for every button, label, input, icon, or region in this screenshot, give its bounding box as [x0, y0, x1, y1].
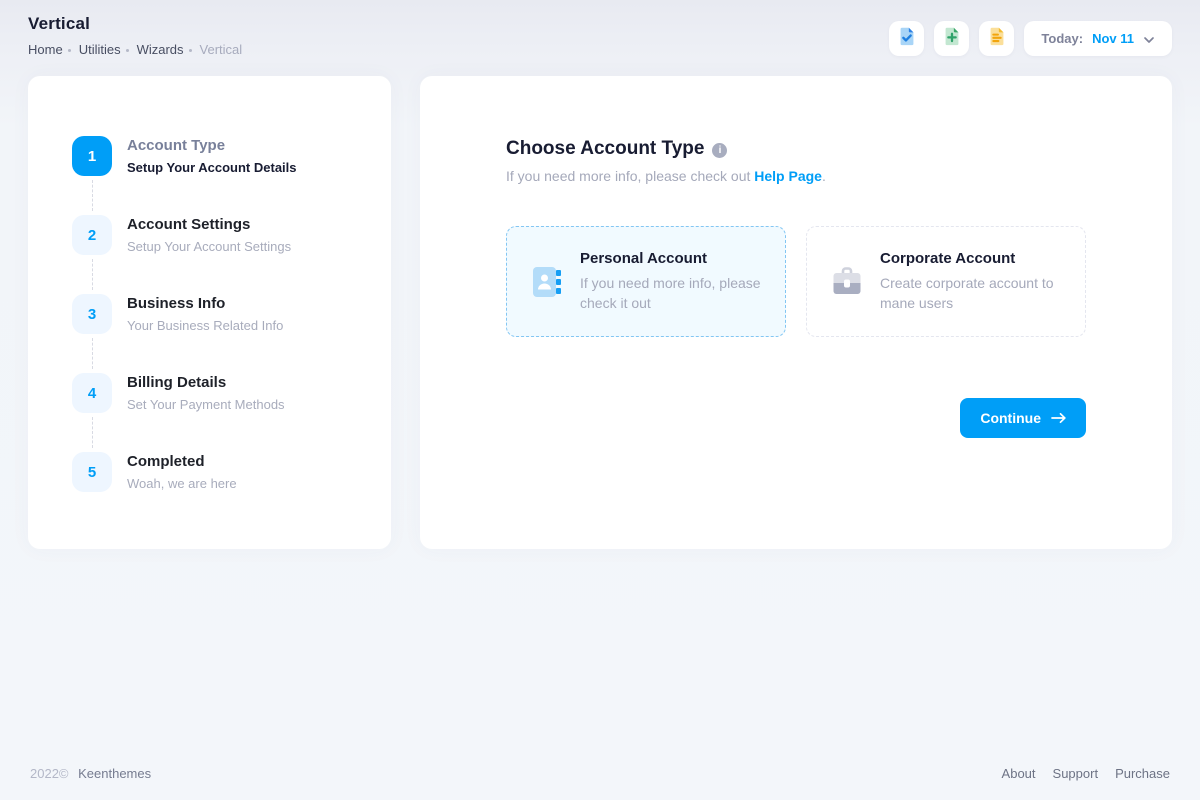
help-page-link[interactable]: Help Page: [754, 168, 822, 184]
step-billing-details[interactable]: 4 Billing Details Set Your Payment Metho…: [72, 373, 371, 413]
subtext-prefix: If you need more info, please check out: [506, 168, 754, 184]
step-text: Business Info Your Business Related Info: [127, 294, 283, 334]
file-lines-icon: [986, 25, 1008, 52]
step-title: Account Type: [127, 137, 297, 156]
step-account-settings[interactable]: 2 Account Settings Setup Your Account Se…: [72, 215, 371, 255]
step-completed[interactable]: 5 Completed Woah, we are here: [72, 452, 371, 492]
step-title: Account Settings: [127, 216, 291, 235]
breadcrumb-separator: [126, 49, 129, 52]
option-text: Corporate Account Create corporate accou…: [880, 250, 1063, 314]
heading-row: Choose Account Type i: [506, 138, 1086, 160]
option-desc: If you need more info, please check it o…: [580, 273, 763, 314]
continue-label: Continue: [980, 410, 1041, 426]
date-picker-button[interactable]: Today: Nov 11: [1024, 21, 1172, 56]
step-connector: [92, 338, 371, 369]
header-actions: Today: Nov 11: [889, 21, 1172, 56]
file-check-icon: [896, 25, 918, 52]
breadcrumb-item-home[interactable]: Home: [28, 42, 63, 57]
wizard-actions: Continue: [506, 398, 1086, 438]
step-desc: Your Business Related Info: [127, 318, 283, 333]
option-desc: Create corporate account to mane users: [880, 273, 1063, 314]
step-title: Billing Details: [127, 374, 285, 393]
step-text: Account Type Setup Your Account Details: [127, 136, 297, 176]
wizard-content: Choose Account Type i If you need more i…: [506, 76, 1086, 549]
step-account-type[interactable]: 1 Account Type Setup Your Account Detail…: [72, 136, 371, 176]
continue-button[interactable]: Continue: [960, 398, 1086, 438]
page-header: Vertical Home Utilities Wizards Vertical: [0, 0, 1200, 57]
info-icon[interactable]: i: [712, 143, 727, 158]
step-desc: Woah, we are here: [127, 476, 237, 491]
step-connector: [92, 259, 371, 290]
date-label: Today:: [1041, 31, 1083, 46]
step-connector: [92, 417, 371, 448]
step-title: Completed: [127, 453, 237, 472]
step-number-badge: 2: [72, 215, 112, 255]
option-title: Corporate Account: [880, 250, 1063, 267]
wizard-content-panel: Choose Account Type i If you need more i…: [420, 76, 1172, 549]
header-left: Vertical Home Utilities Wizards Vertical: [28, 14, 242, 57]
wizard-stepper-panel: 1 Account Type Setup Your Account Detail…: [28, 76, 391, 549]
step-connector: [92, 180, 371, 211]
step-number-badge: 4: [72, 373, 112, 413]
copyright-brand-link[interactable]: Keenthemes: [78, 766, 151, 781]
step-business-info[interactable]: 3 Business Info Your Business Related In…: [72, 294, 371, 334]
footer-link-about[interactable]: About: [1002, 766, 1036, 781]
option-title: Personal Account: [580, 250, 763, 267]
breadcrumb-item-wizards[interactable]: Wizards: [137, 42, 184, 57]
page-title: Vertical: [28, 14, 242, 34]
breadcrumb-separator: [189, 49, 192, 52]
breadcrumb-item-utilities[interactable]: Utilities: [79, 42, 121, 57]
address-book-icon: [529, 264, 565, 300]
step-number-badge: 3: [72, 294, 112, 334]
page-footer: 2022© Keenthemes About Support Purchase: [0, 766, 1200, 800]
step-desc: Setup Your Account Details: [127, 160, 297, 175]
step-title: Business Info: [127, 295, 283, 314]
breadcrumb: Home Utilities Wizards Vertical: [28, 42, 242, 57]
step-text: Billing Details Set Your Payment Methods: [127, 373, 285, 413]
option-personal-account[interactable]: Personal Account If you need more info, …: [506, 226, 786, 337]
step-text: Completed Woah, we are here: [127, 452, 237, 492]
breadcrumb-current: Vertical: [200, 42, 243, 57]
step-number-badge: 5: [72, 452, 112, 492]
date-value: Nov 11: [1092, 31, 1134, 46]
step-text: Account Settings Setup Your Account Sett…: [127, 215, 291, 255]
option-text: Personal Account If you need more info, …: [580, 250, 763, 314]
file-lines-button[interactable]: [979, 21, 1014, 56]
chevron-down-icon: [1143, 35, 1155, 45]
step-number-badge: 1: [72, 136, 112, 176]
step-desc: Set Your Payment Methods: [127, 397, 285, 412]
footer-copyright: 2022© Keenthemes: [30, 766, 151, 781]
option-corporate-account[interactable]: Corporate Account Create corporate accou…: [806, 226, 1086, 337]
step-desc: Setup Your Account Settings: [127, 239, 291, 254]
footer-link-support[interactable]: Support: [1053, 766, 1099, 781]
breadcrumb-separator: [68, 49, 71, 52]
footer-link-purchase[interactable]: Purchase: [1115, 766, 1170, 781]
file-check-button[interactable]: [889, 21, 924, 56]
file-plus-icon: [941, 25, 963, 52]
file-plus-button[interactable]: [934, 21, 969, 56]
briefcase-icon: [829, 264, 865, 300]
subtext-suffix: .: [822, 168, 826, 184]
account-type-options: Personal Account If you need more info, …: [506, 226, 1086, 337]
heading-subtext: If you need more info, please check out …: [506, 168, 1086, 184]
main-area: 1 Account Type Setup Your Account Detail…: [0, 57, 1200, 549]
footer-links: About Support Purchase: [1002, 766, 1170, 781]
page-heading: Choose Account Type: [506, 138, 704, 160]
arrow-right-icon: [1051, 412, 1066, 424]
copyright-year: 2022©: [30, 766, 69, 781]
